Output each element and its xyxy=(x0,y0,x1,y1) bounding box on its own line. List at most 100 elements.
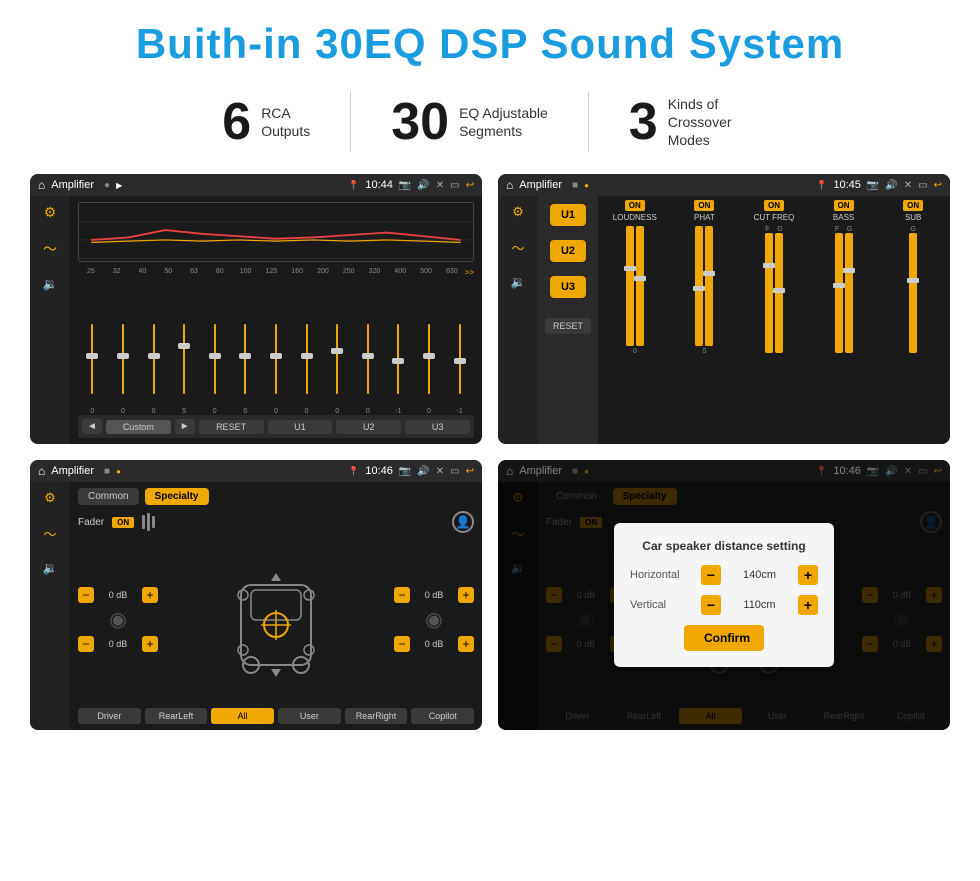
eq-slider-11[interactable] xyxy=(415,324,444,404)
speaker-home-icon[interactable]: ⌂ xyxy=(38,464,45,478)
horizontal-minus-btn[interactable]: − xyxy=(701,565,721,585)
xover-dot2: ● xyxy=(584,181,589,190)
speaker-diagram-area: − 0 dB + ◉ − 0 dB + xyxy=(78,539,474,700)
rearleft-btn[interactable]: RearLeft xyxy=(145,708,208,724)
xover-u2-btn[interactable]: U2 xyxy=(550,240,586,262)
xover-u1-btn[interactable]: U1 xyxy=(550,204,586,226)
vol-plus-1[interactable]: + xyxy=(142,636,158,652)
eq-slider-7[interactable] xyxy=(292,324,321,404)
eq-custom-btn[interactable]: Custom xyxy=(106,420,171,434)
eq-label-63: 63 xyxy=(181,268,207,277)
eq-title: Amplifier xyxy=(51,179,94,191)
eq-slider-4[interactable] xyxy=(200,324,229,404)
xover-loudness-title: LOUDNESS xyxy=(613,213,657,222)
horizontal-plus-btn[interactable]: + xyxy=(798,565,818,585)
xover-back-icon[interactable]: ↩ xyxy=(934,180,942,191)
eq-slider-9[interactable] xyxy=(353,324,382,404)
common-tab[interactable]: Common xyxy=(78,488,139,505)
eq-prev-btn[interactable]: ◄ xyxy=(82,419,102,434)
eq-slider-1[interactable] xyxy=(109,324,138,404)
vol-plus-2[interactable]: + xyxy=(458,587,474,603)
eq-label-80: 80 xyxy=(207,268,233,277)
stat-number-crossover: 3 xyxy=(629,96,658,148)
vol-plus-3[interactable]: + xyxy=(458,636,474,652)
vol-row-2: − 0 dB + xyxy=(394,587,474,603)
eq-slider-8[interactable] xyxy=(323,324,352,404)
right-vol-col: − 0 dB + ◉ − 0 dB + xyxy=(394,539,474,700)
vol-minus-3[interactable]: − xyxy=(394,636,410,652)
xover-home-icon[interactable]: ⌂ xyxy=(506,178,513,192)
eq-slider-2[interactable] xyxy=(139,324,168,404)
vol-row-0: − 0 dB + xyxy=(78,587,158,603)
eq-label-160: 160 xyxy=(284,268,310,277)
eq-filter-icon[interactable]: ⚙ xyxy=(44,204,57,221)
camera-icon: 📷 xyxy=(399,180,411,191)
eq-slider-10[interactable] xyxy=(384,324,413,404)
stat-rca: 6 RCAOutputs xyxy=(182,96,350,148)
eq-slider-5[interactable] xyxy=(231,324,260,404)
close-icon: ✕ xyxy=(436,180,444,191)
crossover-screen: ⌂ Amplifier ■ ● 📍 10:45 📷 🔊 ✕ ▭ ↩ ⚙ 〜 🔉 xyxy=(498,174,950,444)
speaker-dot2: ● xyxy=(116,467,121,476)
sp-wave-icon[interactable]: 〜 xyxy=(43,524,56,543)
all-btn[interactable]: All xyxy=(211,708,274,724)
xover-filter-icon[interactable]: ⚙ xyxy=(512,204,524,220)
vol-minus-2[interactable]: − xyxy=(394,587,410,603)
vol-minus-1[interactable]: − xyxy=(78,636,94,652)
user-btn[interactable]: User xyxy=(278,708,341,724)
eq-u3-btn[interactable]: U3 xyxy=(405,420,470,434)
eq-sidebar: ⚙ 〜 🔉 xyxy=(30,196,70,444)
eq-slider-12[interactable] xyxy=(445,324,474,404)
home-icon[interactable]: ⌂ xyxy=(38,178,45,192)
sp-speaker-icon[interactable]: 🔉 xyxy=(43,561,58,575)
driver-btn[interactable]: Driver xyxy=(78,708,141,724)
confirm-button[interactable]: Confirm xyxy=(684,625,764,651)
dialog-overlay: Car speaker distance setting Horizontal … xyxy=(498,460,950,730)
rearright-btn[interactable]: RearRight xyxy=(345,708,408,724)
eq-wave-icon[interactable]: 〜 xyxy=(43,239,57,259)
vol-minus-0[interactable]: − xyxy=(78,587,94,603)
xover-bass-on[interactable]: ON xyxy=(834,200,854,211)
sp-filter-icon[interactable]: ⚙ xyxy=(44,490,56,506)
xover-cutfreq-on[interactable]: ON xyxy=(764,200,784,211)
eq-status-bar: ⌂ Amplifier ● ▶ 📍 10:44 📷 🔊 ✕ ▭ ↩ xyxy=(30,174,482,196)
xover-loudness-on[interactable]: ON xyxy=(625,200,645,211)
xover-sub-on[interactable]: ON xyxy=(903,200,923,211)
eq-slider-3[interactable] xyxy=(170,324,199,404)
vol-row-3: − 0 dB + xyxy=(394,636,474,652)
xover-phat-on[interactable]: ON xyxy=(694,200,714,211)
eq-speaker-icon[interactable]: 🔉 xyxy=(43,277,58,291)
fader-label: Fader xyxy=(78,517,104,528)
speaker-camera-icon: 📷 xyxy=(399,466,411,477)
vertical-plus-btn[interactable]: + xyxy=(798,595,818,615)
speaker-time: 10:46 xyxy=(365,465,393,477)
eq-main: 25 32 40 50 63 80 100 125 160 200 250 32… xyxy=(70,196,482,444)
xover-reset-btn[interactable]: RESET xyxy=(545,318,591,334)
eq-slider-0[interactable] xyxy=(78,324,107,404)
fader-on-badge[interactable]: ON xyxy=(112,517,134,528)
stat-number-rca: 6 xyxy=(222,96,251,148)
eq-reset-btn[interactable]: RESET xyxy=(199,420,264,434)
copilot-btn[interactable]: Copilot xyxy=(411,708,474,724)
specialty-tab[interactable]: Specialty xyxy=(145,488,209,505)
eq-u2-btn[interactable]: U2 xyxy=(336,420,401,434)
distance-dialog: Car speaker distance setting Horizontal … xyxy=(614,523,834,667)
vol-plus-0[interactable]: + xyxy=(142,587,158,603)
eq-next-btn[interactable]: ► xyxy=(175,419,195,434)
xover-u3-btn[interactable]: U3 xyxy=(550,276,586,298)
stats-row: 6 RCAOutputs 30 EQ AdjustableSegments 3 … xyxy=(30,92,950,152)
eq-slider-6[interactable] xyxy=(262,324,291,404)
eq-u1-btn[interactable]: U1 xyxy=(268,420,333,434)
back-icon[interactable]: ↩ xyxy=(466,180,474,191)
horizontal-label: Horizontal xyxy=(630,569,695,581)
speaker-main: Common Specialty Fader ON 👤 xyxy=(70,482,482,730)
xover-wave-icon[interactable]: 〜 xyxy=(511,238,524,257)
speaker-back-icon[interactable]: ↩ xyxy=(466,466,474,477)
eq-expand-icon[interactable]: >> xyxy=(465,268,474,277)
left-vol-col: − 0 dB + ◉ − 0 dB + xyxy=(78,539,158,700)
avatar-icon[interactable]: 👤 xyxy=(452,511,474,533)
stat-number-eq: 30 xyxy=(391,96,449,148)
vertical-minus-btn[interactable]: − xyxy=(701,595,721,615)
xover-speaker-icon[interactable]: 🔉 xyxy=(511,275,526,289)
eq-label-200: 200 xyxy=(310,268,336,277)
